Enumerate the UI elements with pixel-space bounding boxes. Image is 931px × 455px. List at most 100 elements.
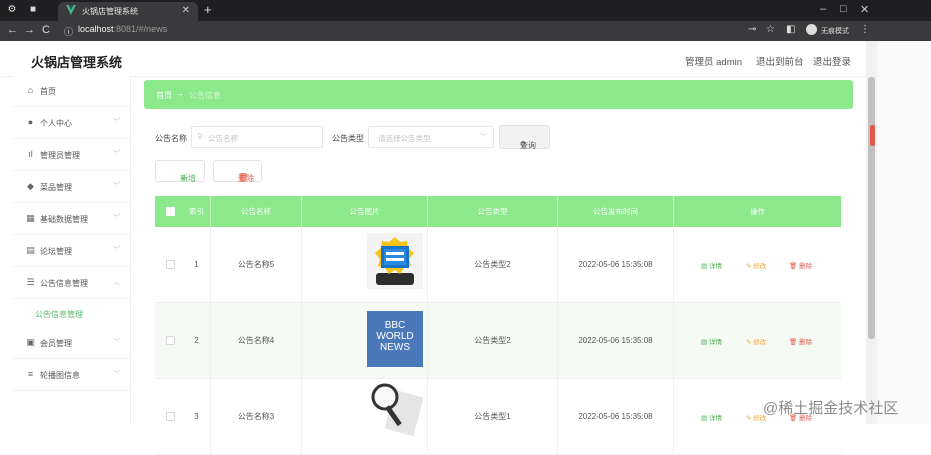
header-type: 公告类型 [428, 196, 558, 227]
browser-tab[interactable]: 火锅店管理系统 ✕ [58, 2, 198, 21]
sidebar-item-personal[interactable]: ● 个人中心 ﹀ [13, 107, 131, 139]
detail-button[interactable]: ▤ 详情 [701, 260, 722, 270]
sidebar-item-home[interactable]: ⌂ 首页 [13, 75, 131, 107]
sidebar-item-base-data[interactable]: ▦ 基础数据管理 ﹀ [13, 203, 131, 235]
url-field[interactable]: localhost:8081/#/news [78, 24, 167, 34]
header-name: 公告名称 [211, 196, 302, 227]
browser-menu-icon[interactable]: ⚙ [6, 4, 18, 16]
table-row: 3 公告名称3 公告类型1 2022-05-06 15:35:08 ▤ 详情 ✎… [155, 379, 841, 455]
grid-icon: ▦ [26, 213, 35, 223]
chevron-down-icon: ﹀ [113, 339, 120, 346]
window-close-icon[interactable]: ✕ [860, 3, 869, 16]
add-button[interactable]: ＋ 新增 [155, 160, 205, 183]
reload-icon[interactable]: C [42, 24, 50, 36]
admin-label: 管理员 admin [685, 57, 743, 68]
watermark: @稀土掘金技术社区 [763, 400, 899, 417]
tab-close-icon[interactable]: ✕ [182, 5, 190, 16]
forward-icon[interactable]: → [24, 24, 35, 36]
sidebar: ⌂ 首页 ● 个人中心 ﹀ ıl 管理员管理 ﹀ ◆ 菜品管理 ﹀ ▦ 基础数据… [13, 75, 131, 424]
notice-name-input[interactable]: ⚲ 公告名称 [191, 126, 323, 148]
scroll-marker [870, 125, 875, 146]
chevron-down-icon: ﹀ [113, 247, 120, 254]
news-badge-image [367, 233, 423, 289]
edit-button[interactable]: ✎ 修改 [746, 336, 766, 346]
info-icon: ⓘ [64, 27, 74, 37]
breadcrumb-home[interactable]: 首页 [156, 90, 172, 101]
edit-icon: ✎ [746, 339, 752, 346]
url-host: localhost [78, 24, 114, 34]
header-ops: 操作 [750, 207, 765, 216]
sidebar-item-label: 管理员管理 [40, 151, 80, 160]
search-button[interactable]: 查询 ⚲ [499, 125, 550, 150]
sidebar-subitem-notice[interactable]: 公告信息管理 [13, 299, 131, 327]
sidebar-item-dishes[interactable]: ◆ 菜品管理 ﹀ [13, 171, 131, 203]
detail-button[interactable]: ▤ 详情 [701, 336, 722, 346]
search-icon: ⚲ [197, 132, 203, 141]
detail-icon: ▤ [701, 415, 708, 422]
star-icon[interactable]: ☆ [766, 24, 775, 35]
to-frontend-link[interactable]: 退出到前台 [756, 54, 804, 68]
edit-icon: ✎ [746, 263, 752, 270]
more-menu-icon[interactable]: ⋮ [860, 24, 870, 35]
right-gutter [877, 41, 931, 424]
maximize-icon[interactable]: □ [840, 3, 847, 15]
notice-name-label: 公告名称 [155, 134, 187, 143]
row-delete-label: 删除 [799, 339, 813, 346]
table-row: 1 公告名称5 公告类型2 2022-05-06 15:35:08 ▤ 详情 ✎… [155, 227, 841, 303]
detail-icon: ▤ [701, 339, 708, 346]
list-icon: ≡ [27, 369, 34, 379]
select-all-checkbox[interactable] [166, 207, 175, 216]
vue-logo-icon [66, 5, 76, 15]
cell-index: 3 [183, 379, 211, 455]
cell-index: 2 [183, 303, 211, 379]
address-bar: ← → C ⓘ localhost:8081/#/news ⊸ ☆ ◧ 无痕模式… [0, 21, 931, 41]
sidebar-item-notice[interactable]: ☰ 公告信息管理 ︿ [13, 267, 131, 299]
detail-label: 详情 [708, 415, 722, 422]
sidebar-item-members[interactable]: ▣ 会员管理 ﹀ [13, 327, 131, 359]
row-delete-button[interactable]: 🗑 删除 [789, 336, 812, 346]
edit-button[interactable]: ✎ 修改 [746, 260, 766, 270]
chevron-down-icon: ﹀ [113, 183, 120, 190]
detail-label: 详情 [708, 263, 722, 270]
table-header: 索引 公告名称 公告图片 公告类型 公告发布时间 操作 [155, 196, 841, 227]
row-checkbox[interactable] [166, 260, 175, 269]
detail-button[interactable]: ▤ 详情 [701, 412, 722, 422]
sidebar-item-label: 论坛管理 [40, 247, 72, 256]
sidebar-item-label: 会员管理 [40, 339, 72, 348]
breadcrumb-arrow-icon: → [175, 88, 184, 98]
sidebar-item-forum[interactable]: ▤ 论坛管理 ﹀ [13, 235, 131, 267]
cell-name: 公告名称3 [211, 379, 302, 455]
dish-icon: ◆ [27, 181, 34, 191]
notice-type-select[interactable]: 请选择公告类型 ﹀ [368, 126, 494, 148]
edit-label: 修改 [753, 339, 767, 346]
incognito-icon[interactable] [806, 24, 817, 35]
notice-type-label: 公告类型 [332, 134, 364, 143]
browser-tab-bar: ⚙ ■ 火锅店管理系统 ✕ + – □ ✕ [0, 0, 931, 21]
sidebar-item-label: 个人中心 [40, 119, 72, 128]
row-checkbox[interactable] [166, 412, 175, 421]
logout-link[interactable]: 退出登录 [813, 54, 851, 68]
cell-index: 1 [183, 227, 211, 303]
trash-icon: 🗑 [789, 263, 798, 270]
sidebar-item-label: 首页 [40, 87, 56, 96]
detail-icon: ▤ [701, 263, 708, 270]
forum-icon: ▤ [26, 245, 35, 255]
back-icon[interactable]: ← [7, 24, 18, 36]
tab-search-icon[interactable]: ■ [27, 4, 39, 16]
sidebar-item-carousel[interactable]: ≡ 轮播图信息 ﹀ [13, 359, 131, 391]
sidebar-toggle-icon[interactable]: ◧ [786, 24, 795, 35]
new-tab-icon[interactable]: + [204, 2, 212, 17]
delete-button[interactable]: 🗑 删除 [213, 160, 262, 183]
sidebar-item-admin[interactable]: ıl 管理员管理 ﹀ [13, 139, 131, 171]
minimize-icon[interactable]: – [820, 3, 826, 15]
row-checkbox[interactable] [166, 336, 175, 345]
member-icon: ▣ [26, 337, 35, 347]
scrollbar-thumb[interactable] [868, 77, 875, 339]
key-icon[interactable]: ⊸ [748, 24, 756, 35]
magnifier-news-image [367, 383, 423, 439]
notice-name-placeholder: 公告名称 [208, 134, 238, 143]
url-path: :8081/#/news [113, 24, 168, 34]
row-delete-button[interactable]: 🗑 删除 [789, 260, 812, 270]
edit-icon: ✎ [746, 415, 752, 422]
delete-button-text: 删除 [238, 174, 254, 183]
